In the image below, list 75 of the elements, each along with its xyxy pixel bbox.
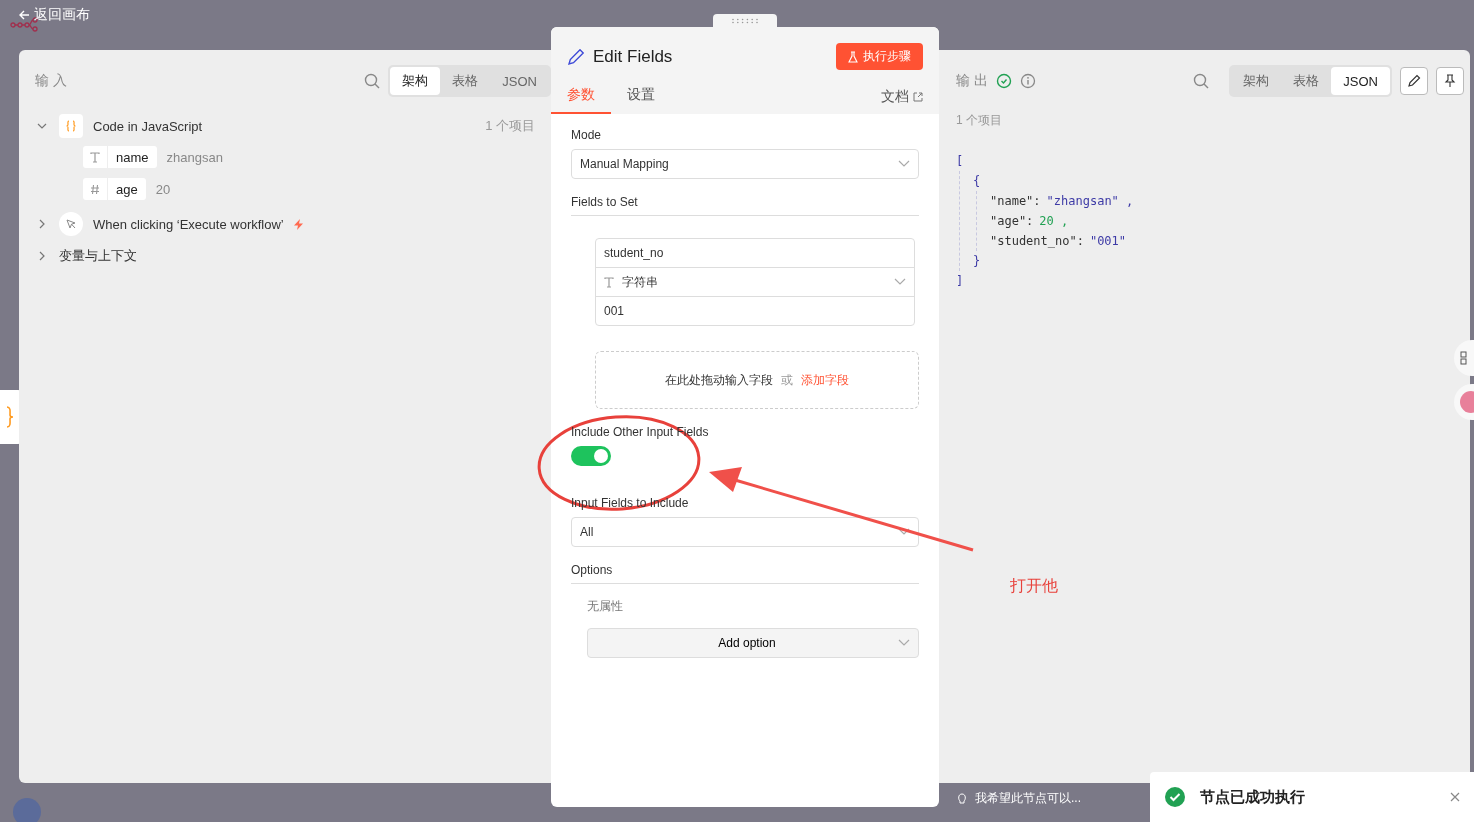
panel-title: 输 出 — [956, 72, 988, 90]
json-bracket: [ — [956, 153, 964, 170]
pencil-icon — [567, 47, 585, 66]
json-bracket: ] — [956, 273, 964, 290]
mode-select[interactable]: Manual Mapping — [571, 149, 919, 179]
toggle-switch[interactable] — [571, 446, 611, 466]
editor-tab[interactable]: 设置 — [611, 82, 671, 114]
view-tab[interactable]: 表格 — [440, 67, 491, 95]
pencil-icon — [1407, 74, 1421, 88]
json-brace: { — [973, 173, 981, 190]
chevron-down-icon — [894, 278, 906, 286]
search-icon[interactable] — [364, 73, 381, 89]
drag-handle[interactable] — [713, 14, 777, 28]
json-value: "001" — [1089, 233, 1127, 250]
json-key: "age": — [990, 211, 1034, 231]
docs-link[interactable]: 文档 — [881, 88, 923, 114]
view-tab[interactable]: 架构 — [1231, 67, 1282, 95]
field-value-input[interactable]: 001 — [596, 296, 914, 325]
field-label: Mode — [571, 128, 603, 142]
grid-icon — [1460, 351, 1470, 365]
view-tab[interactable]: JSON — [490, 67, 549, 95]
edit-button[interactable] — [1400, 67, 1428, 95]
field-chip[interactable]: age — [83, 178, 146, 200]
json-key: "name": — [990, 191, 1041, 211]
info-icon[interactable] — [1019, 73, 1036, 89]
chevron-down-icon — [898, 639, 910, 647]
flask-icon — [848, 50, 858, 63]
tree-item[interactable]: 变量与上下文 — [59, 247, 137, 265]
tree-item[interactable]: When clicking ‘Execute workflow’ — [93, 216, 284, 232]
view-tab[interactable]: 架构 — [390, 67, 441, 95]
empty-text: 无属性 — [587, 598, 624, 615]
or-separator: 或 — [781, 371, 793, 389]
chevron-down-icon — [898, 160, 910, 168]
section-title: Fields to Set — [571, 195, 919, 216]
item-count: 1 个项目 — [485, 117, 535, 135]
view-tab[interactable]: JSON — [1331, 67, 1390, 95]
json-key: "student_no": — [990, 231, 1084, 251]
json-value: "zhangsan" , — [1046, 193, 1134, 210]
annotation-text: 打开他 — [1010, 576, 1058, 596]
include-select[interactable]: All — [571, 517, 919, 547]
json-brace: } — [973, 253, 981, 270]
close-icon[interactable] — [1450, 792, 1460, 802]
hash-icon — [90, 183, 100, 195]
field-name-input[interactable]: student_no — [596, 239, 914, 267]
lightbulb-icon — [957, 792, 967, 805]
pin-icon — [1444, 74, 1456, 88]
item-count: 1 个项目 — [956, 112, 1003, 129]
field-value: zhangsan — [166, 149, 223, 165]
back-link[interactable]: 返回画布 — [18, 6, 90, 24]
panel-title: 输 入 — [35, 72, 67, 90]
lightning-icon — [293, 218, 303, 230]
hint-text: 我希望此节点可以... — [975, 790, 1081, 807]
cursor-icon — [59, 212, 83, 236]
field-chip[interactable]: name — [83, 146, 157, 168]
drop-hint: 在此处拖动输入字段 — [665, 371, 773, 389]
tree-item[interactable]: Code in JavaScript — [93, 118, 203, 134]
success-check-icon — [995, 73, 1012, 89]
success-icon — [1164, 786, 1186, 808]
toast-message: 节点已成功执行 — [1200, 787, 1306, 807]
code-icon — [59, 114, 83, 138]
back-arrow-icon — [18, 9, 30, 21]
search-icon[interactable] — [1193, 73, 1210, 89]
text-type-icon — [604, 276, 614, 288]
external-link-icon — [913, 92, 923, 102]
code-node-icon — [0, 390, 22, 444]
section-title: Options — [571, 563, 919, 584]
add-option-button[interactable]: Add option — [587, 628, 919, 658]
view-tab[interactable]: 表格 — [1281, 67, 1332, 95]
pin-button[interactable] — [1436, 67, 1464, 95]
chevron-down-icon[interactable] — [35, 121, 49, 131]
type-select[interactable]: 字符串 — [596, 267, 914, 296]
json-value: 20 , — [1039, 213, 1069, 230]
node-title: Edit Fields — [593, 46, 673, 67]
text-type-icon — [90, 151, 100, 163]
field-value: 20 — [155, 181, 171, 197]
